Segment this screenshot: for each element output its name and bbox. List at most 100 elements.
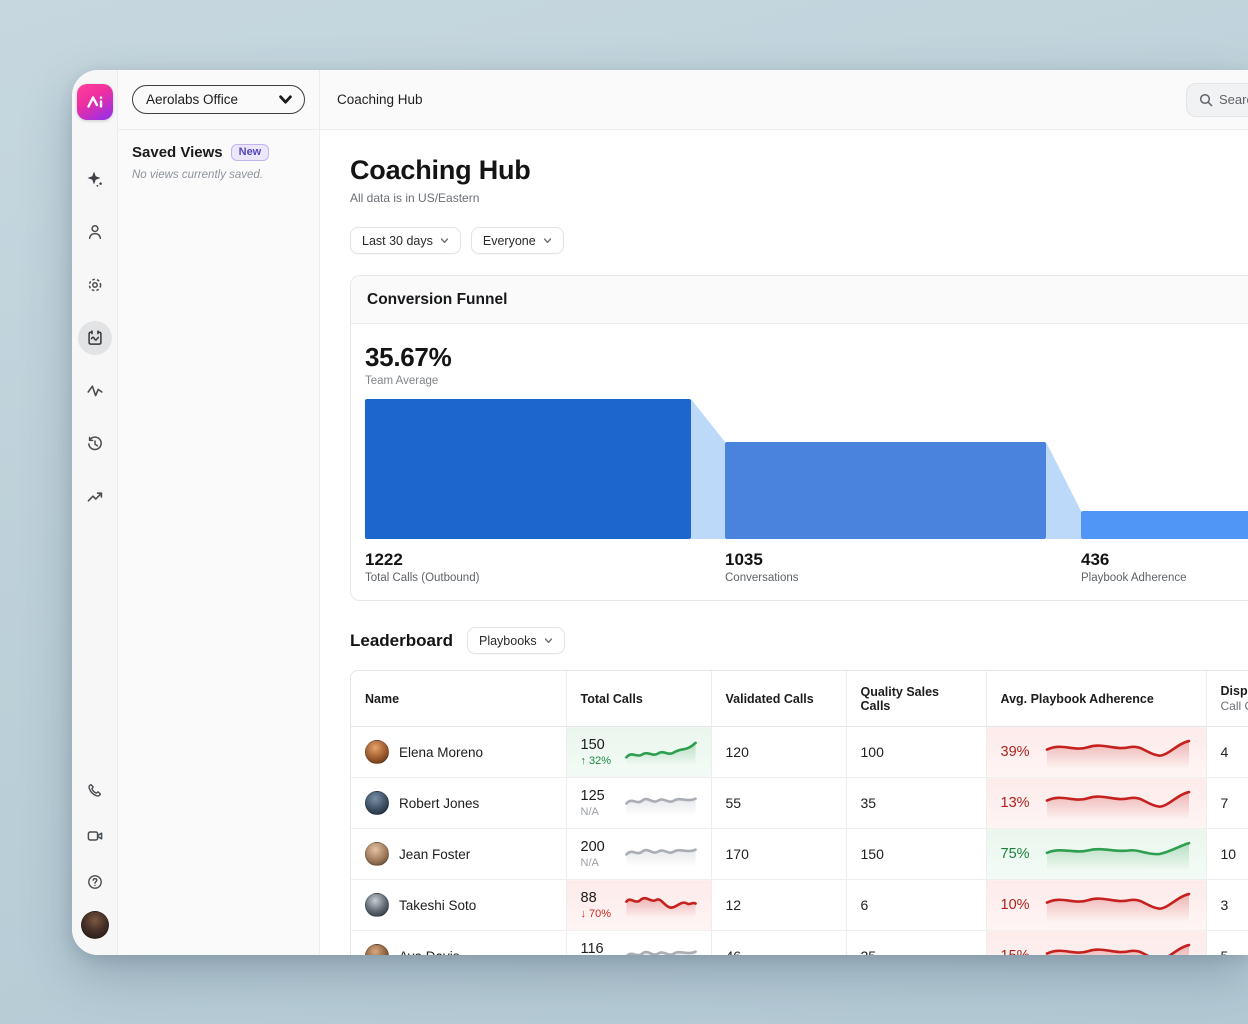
person-icon[interactable] — [78, 215, 112, 249]
adherence-value: 39% — [1001, 744, 1030, 760]
total-calls-value: 116 — [581, 941, 604, 955]
playbooks-filter[interactable]: Playbooks — [467, 627, 565, 654]
settings-gear-icon[interactable] — [78, 268, 112, 302]
rep-name: Ava Davis — [399, 949, 460, 956]
column-header: Name — [351, 671, 566, 727]
avatar — [365, 740, 389, 764]
funnel-stage-value: 436 — [1081, 550, 1187, 570]
sparkline — [1044, 786, 1192, 820]
app-logo-icon[interactable] — [77, 84, 113, 120]
avatar — [365, 791, 389, 815]
table-row[interactable]: Elena Moreno 150 ↑ 32% 120 100 39% — [351, 727, 1248, 778]
page-subtitle: All data is in US/Eastern — [350, 191, 1248, 205]
sparkline — [625, 891, 697, 918]
search-icon — [1199, 93, 1213, 107]
sparkline — [1044, 735, 1192, 769]
column-header: DispoCall Co — [1206, 671, 1248, 727]
validated-calls-cell: 120 — [711, 727, 846, 778]
dispo-cell: 3 — [1206, 880, 1248, 931]
page-content: Coaching Hub All data is in US/Eastern L… — [320, 130, 1248, 955]
total-calls-value: 150 — [581, 737, 612, 754]
filter-bar: Last 30 days Everyone — [350, 227, 1248, 254]
rep-name: Takeshi Soto — [399, 898, 476, 913]
quality-sales-calls-cell: 6 — [846, 880, 986, 931]
coaching-hub-icon[interactable] — [78, 321, 112, 355]
video-camera-icon[interactable] — [78, 819, 112, 853]
funnel-stage-label: 436 Playbook Adherence — [1081, 550, 1187, 584]
column-header: Total Calls — [566, 671, 711, 727]
people-filter[interactable]: Everyone — [471, 227, 564, 254]
workspace-selector[interactable]: Aerolabs Office — [132, 85, 305, 114]
validated-calls-cell: 55 — [711, 778, 846, 829]
name-cell: Ava Davis — [351, 931, 566, 956]
chevron-down-icon — [440, 236, 449, 245]
funnel-stage-label: 1035 Conversations — [725, 550, 799, 584]
sparkline — [625, 738, 697, 765]
rep-name: Jean Foster — [399, 847, 470, 862]
avatar — [365, 893, 389, 917]
user-avatar[interactable] — [81, 911, 109, 939]
date-range-filter[interactable]: Last 30 days — [350, 227, 461, 254]
funnel-stage-caption: Conversations — [725, 572, 799, 584]
sparkline — [625, 942, 697, 955]
adherence-cell: 75% — [986, 829, 1206, 880]
phone-icon[interactable] — [78, 773, 112, 807]
total-calls-delta: ↓ 70% — [581, 908, 612, 920]
funnel-stage-caption: Playbook Adherence — [1081, 572, 1187, 584]
avatar — [365, 842, 389, 866]
rail-bottom — [78, 773, 112, 939]
sparkline — [625, 840, 697, 867]
avatar — [365, 944, 389, 955]
table-row[interactable]: Ava Davis 116 N/A 46 25 15% — [351, 931, 1248, 956]
saved-views-empty-text: No views currently saved. — [132, 169, 305, 181]
funnel-stage-caption: Total Calls (Outbound) — [365, 572, 479, 584]
total-calls-value: 88 — [581, 890, 612, 907]
adherence-cell: 10% — [986, 880, 1206, 931]
adherence-cell: 39% — [986, 727, 1206, 778]
adherence-value: 10% — [1001, 897, 1030, 913]
funnel-stage-value: 1035 — [725, 550, 799, 570]
validated-calls-cell: 170 — [711, 829, 846, 880]
rep-name: Elena Moreno — [399, 745, 483, 760]
team-average-label: Team Average — [365, 375, 1248, 387]
dispo-cell: 7 — [1206, 778, 1248, 829]
leaderboard-table: NameTotal CallsValidated CallsQuality Sa… — [350, 670, 1248, 955]
dispo-cell: 5 — [1206, 931, 1248, 956]
search-button-label: Search — [1219, 92, 1248, 107]
funnel-bars — [365, 399, 1248, 539]
funnel-labels: 1222 Total Calls (Outbound) 1035 Conversa… — [365, 544, 1248, 588]
adherence-value: 15% — [1001, 948, 1030, 955]
funnel-stage-value: 1222 — [365, 550, 479, 570]
activity-pulse-icon[interactable] — [78, 374, 112, 408]
total-calls-cell: 88 ↓ 70% — [566, 880, 711, 931]
dispo-cell: 4 — [1206, 727, 1248, 778]
people-filter-label: Everyone — [483, 234, 536, 248]
saved-views-title: Saved Views — [132, 144, 223, 161]
table-row[interactable]: Jean Foster 200 N/A 170 150 75% — [351, 829, 1248, 880]
adherence-value: 75% — [1001, 846, 1030, 862]
name-cell: Elena Moreno — [351, 727, 566, 778]
column-header: Validated Calls — [711, 671, 846, 727]
table-row[interactable]: Robert Jones 125 N/A 55 35 13% — [351, 778, 1248, 829]
table-header-row: NameTotal CallsValidated CallsQuality Sa… — [351, 671, 1248, 727]
workspace-selector-wrap: Aerolabs Office — [118, 70, 319, 130]
adherence-cell: 13% — [986, 778, 1206, 829]
new-badge: New — [231, 144, 270, 161]
app-window: Aerolabs Office Saved Views New No views… — [72, 70, 1248, 955]
sparkline — [1044, 939, 1192, 955]
main-area: Coaching Hub Search Coaching Hub All dat… — [320, 70, 1248, 955]
page-title: Coaching Hub — [350, 155, 1248, 186]
trend-up-icon[interactable] — [78, 480, 112, 514]
chevron-down-icon — [544, 636, 553, 645]
table-row[interactable]: Takeshi Soto 88 ↓ 70% 12 6 10% — [351, 880, 1248, 931]
quality-sales-calls-cell: 35 — [846, 778, 986, 829]
workspace-selector-label: Aerolabs Office — [146, 92, 238, 107]
total-calls-value: 200 — [581, 839, 605, 856]
help-icon[interactable] — [78, 865, 112, 899]
name-cell: Jean Foster — [351, 829, 566, 880]
search-button[interactable]: Search — [1186, 83, 1248, 117]
history-icon[interactable] — [78, 427, 112, 461]
funnel-card-title: Conversion Funnel — [351, 276, 1248, 324]
adherence-cell: 15% — [986, 931, 1206, 956]
sparkles-icon[interactable] — [78, 162, 112, 196]
